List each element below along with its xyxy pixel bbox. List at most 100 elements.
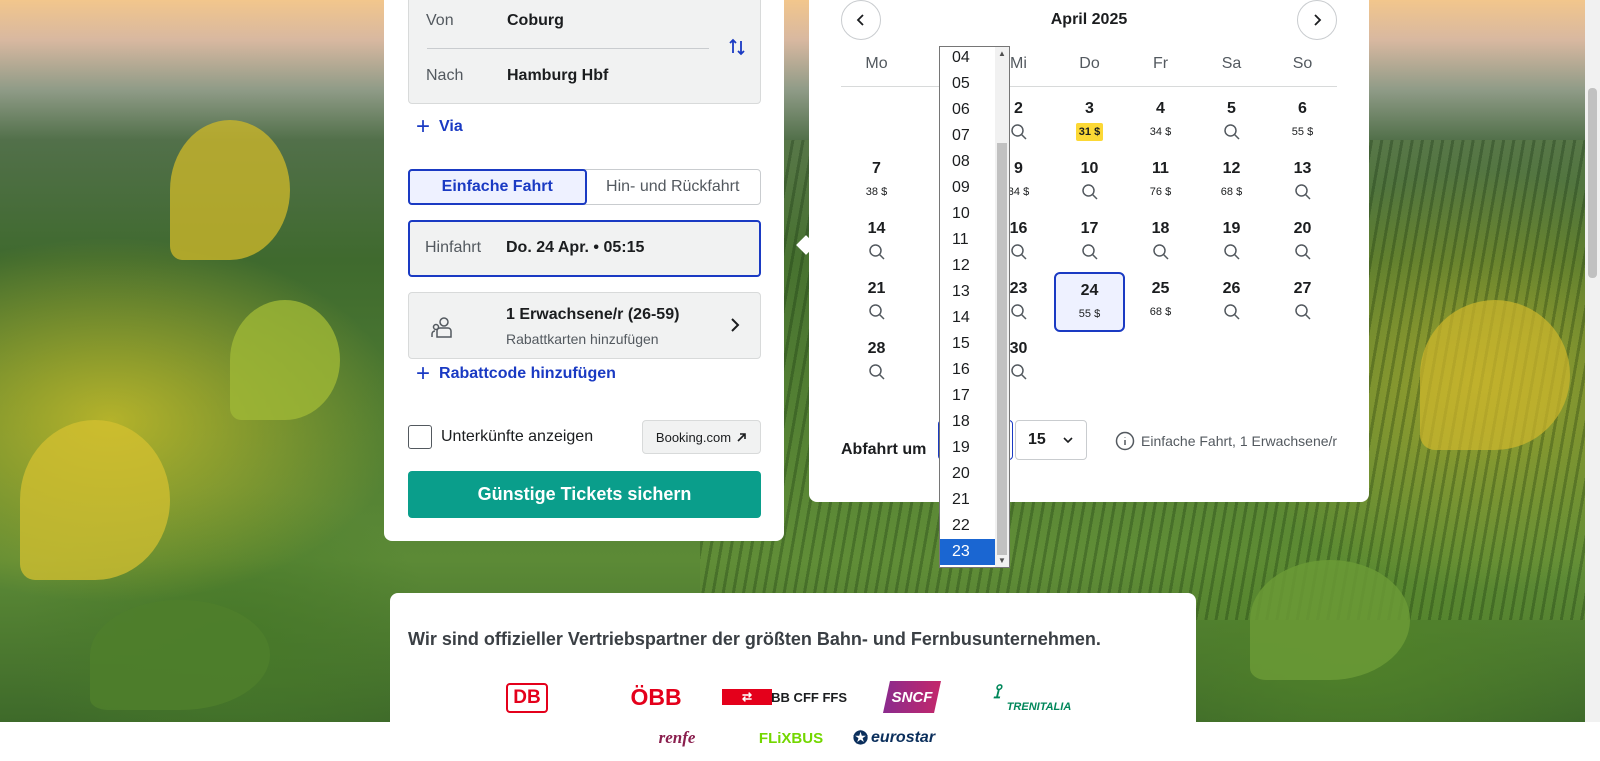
show-accommodation-checkbox[interactable] — [408, 425, 432, 449]
hour-option[interactable]: 07 — [940, 123, 995, 149]
calendar-popup: April 2025 MoDiMiDoFrSaSo 152331 $434 $5… — [809, 0, 1369, 502]
dropdown-scrollbar[interactable]: ▲ ▼ — [995, 47, 1009, 567]
booking-com-button[interactable]: Booking.com — [642, 420, 761, 454]
search-icon — [868, 243, 886, 261]
dropdown-scrollbar-thumb[interactable] — [997, 143, 1007, 555]
calendar-day-21[interactable]: 21 — [841, 272, 912, 332]
hour-option[interactable]: 16 — [940, 357, 995, 383]
day-price: 76 $ — [1149, 186, 1172, 198]
hour-option[interactable]: 18 — [940, 409, 995, 435]
chevron-down-icon — [1063, 437, 1073, 444]
calendar-day-24[interactable]: 24 55 $ — [1054, 272, 1125, 332]
calendar-day-26[interactable]: 26 — [1196, 272, 1267, 332]
hour-option[interactable]: 10 — [940, 201, 995, 227]
calendar-day-7[interactable]: 7 38 $ — [841, 152, 912, 212]
scrollbar-thumb[interactable] — [1588, 88, 1597, 278]
hour-option[interactable]: 11 — [940, 227, 995, 253]
day-number: 17 — [1080, 220, 1099, 237]
search-icon — [1010, 363, 1028, 381]
hour-option[interactable]: 04 — [940, 47, 995, 71]
search-icon — [868, 303, 886, 321]
hour-dropdown-list[interactable]: 04 05 06 07 08 09 10 11 12 13 14 15 16 17 18 19 20 21 22 23… — [939, 46, 1010, 568]
eurostar-emblem-icon: ✪ — [852, 727, 869, 748]
hour-option[interactable]: 05 — [940, 71, 995, 97]
search-tickets-button[interactable]: Günstige Tickets sichern — [408, 471, 761, 518]
calendar-day-14[interactable]: 14 — [841, 212, 912, 272]
day-price: 55 $ — [1078, 308, 1101, 320]
calendar-day-4[interactable]: 4 34 $ — [1125, 92, 1196, 152]
eurostar-logo: ✪ eurostar — [846, 728, 942, 748]
from-field[interactable]: Coburg — [507, 12, 564, 30]
day-price: 55 $ — [1291, 126, 1314, 138]
day-number: 5 — [1227, 100, 1236, 117]
booking-com-label: Booking.com — [655, 429, 732, 445]
calendar-day-20[interactable]: 20 — [1267, 212, 1338, 272]
plus-icon: + — [416, 360, 431, 387]
hour-option[interactable]: 23 — [940, 539, 995, 565]
calendar-day-17[interactable]: 17 — [1054, 212, 1125, 272]
hour-option[interactable]: 08 — [940, 149, 995, 175]
hour-option[interactable]: 09 — [940, 175, 995, 201]
search-icon — [1294, 183, 1312, 201]
to-field[interactable]: Hamburg Hbf — [507, 67, 608, 85]
sncf-logo: SNCF — [883, 681, 941, 713]
passenger-icon — [431, 317, 452, 338]
eurostar-logo-text: eurostar — [871, 729, 936, 746]
search-icon — [868, 363, 886, 381]
scroll-up-icon[interactable]: ▲ — [998, 49, 1006, 58]
calendar-day-27[interactable]: 27 — [1267, 272, 1338, 332]
hour-option[interactable]: 22 — [940, 513, 995, 539]
add-via-link[interactable]: + Via — [416, 115, 463, 139]
hour-option[interactable]: 14 — [940, 305, 995, 331]
day-number: 21 — [867, 280, 886, 297]
search-icon — [1223, 243, 1241, 261]
calendar-day-11[interactable]: 11 76 $ — [1125, 152, 1196, 212]
calendar-day-18[interactable]: 18 — [1125, 212, 1196, 272]
hour-option[interactable]: 20 — [940, 461, 995, 487]
hour-option[interactable]: 12 — [940, 253, 995, 279]
swap-icon[interactable] — [727, 37, 747, 57]
hour-option[interactable]: 21 — [940, 487, 995, 513]
weekday-label: Mo — [865, 55, 888, 72]
departure-date-field[interactable]: Hinfahrt Do. 24 Apr. • 05:15 — [408, 220, 761, 277]
flixbus-logo: FLiXBUS — [758, 729, 824, 747]
hour-option[interactable]: 17 — [940, 383, 995, 409]
route-fields: Von Coburg Nach Hamburg Hbf — [408, 0, 761, 104]
calendar-day-6[interactable]: 6 55 $ — [1267, 92, 1338, 152]
calendar-month-title: April 2025 — [1050, 11, 1128, 28]
external-link-icon — [737, 432, 746, 442]
calendar-day-5[interactable]: 5 — [1196, 92, 1267, 152]
hour-option[interactable]: 06 — [940, 97, 995, 123]
one-way-option[interactable]: Einfache Fahrt — [408, 169, 587, 205]
day-number: 7 — [872, 160, 881, 177]
round-trip-option[interactable]: Hin- und Rückfahrt — [586, 170, 761, 204]
weekday-label: So — [1292, 55, 1313, 72]
calendar-divider — [841, 86, 1337, 87]
scroll-down-icon[interactable]: ▼ — [998, 556, 1006, 565]
info-icon[interactable] — [1115, 431, 1135, 451]
calendar-day-3[interactable]: 3 31 $ — [1054, 92, 1125, 152]
day-number: 14 — [867, 220, 886, 237]
hour-option[interactable]: 19 — [940, 435, 995, 461]
passengers-field[interactable]: 1 Erwachsene/r (26-59) Rabattkarten hinz… — [408, 292, 761, 359]
next-month-button[interactable] — [1297, 0, 1337, 40]
page-scrollbar[interactable] — [1585, 0, 1600, 722]
calendar-day-12[interactable]: 12 68 $ — [1196, 152, 1267, 212]
search-icon — [1010, 243, 1028, 261]
day-number: 6 — [1298, 100, 1307, 117]
calendar-day-10[interactable]: 10 — [1054, 152, 1125, 212]
calendar-day-19[interactable]: 19 — [1196, 212, 1267, 272]
trenitalia-logo-text: TRENITALIA — [1006, 701, 1072, 713]
search-icon — [1294, 243, 1312, 261]
calendar-day-28[interactable]: 28 — [841, 332, 912, 392]
trip-type-toggle: Einfache Fahrt Hin- und Rückfahrt — [408, 169, 761, 205]
calendar-day-25[interactable]: 25 68 $ — [1125, 272, 1196, 332]
day-number: 11 — [1152, 160, 1169, 177]
add-promo-code-link[interactable]: + Rabattcode hinzufügen — [416, 362, 616, 386]
hour-option[interactable]: 15 — [940, 331, 995, 357]
show-accommodation-label[interactable]: Unterkünfte anzeigen — [441, 428, 593, 446]
minute-select[interactable]: 15 — [1015, 420, 1087, 460]
hour-option[interactable]: 13 — [940, 279, 995, 305]
day-price: 34 $ — [1149, 126, 1172, 138]
calendar-day-13[interactable]: 13 — [1267, 152, 1338, 212]
